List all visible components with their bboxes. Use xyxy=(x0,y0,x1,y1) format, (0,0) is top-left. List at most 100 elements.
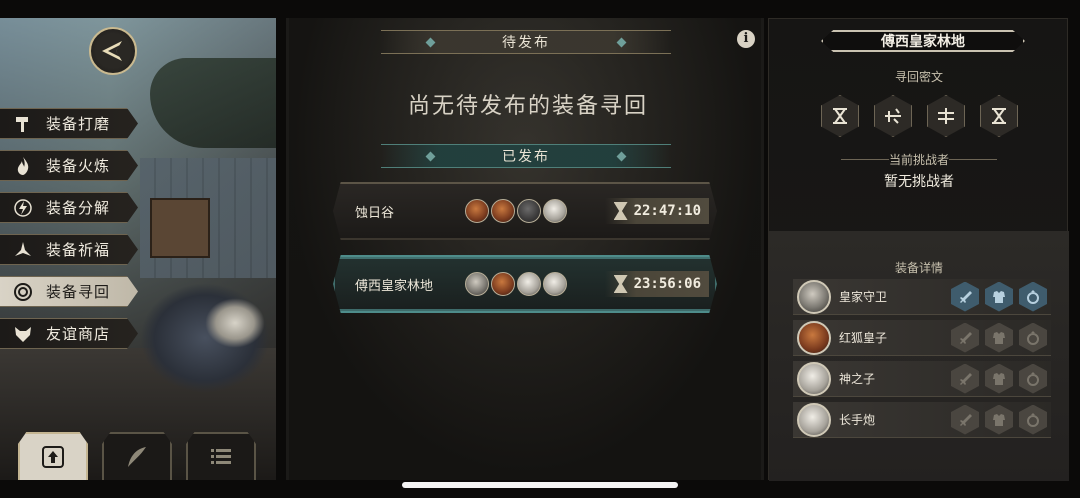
avatar xyxy=(797,402,831,437)
gem-decoration xyxy=(425,37,436,48)
quill-icon xyxy=(128,447,146,467)
equipment-row[interactable]: 神之子 xyxy=(793,361,1051,397)
quest-panel: 待发布 i 尚无待发布的装备寻回 已发布 蚀日谷 22:47:10 傅西皇家林地 xyxy=(286,18,764,480)
publish-icon xyxy=(42,446,64,468)
list-icon xyxy=(211,449,231,464)
character-name: 长手炮 xyxy=(839,413,876,427)
bottom-tabs xyxy=(18,432,256,480)
gear-slots xyxy=(951,322,1047,353)
hourglass-icon xyxy=(613,202,628,220)
armor-slot-icon[interactable] xyxy=(985,404,1013,435)
spiral-icon xyxy=(10,279,36,305)
equipment-list: 皇家守卫 红狐皇子 神之子 长手炮 xyxy=(793,279,1051,443)
quest-card[interactable]: 蚀日谷 22:47:10 xyxy=(333,182,717,240)
gem-decoration xyxy=(616,151,627,162)
character-name: 皇家守卫 xyxy=(839,290,888,304)
armor-slot-icon[interactable] xyxy=(985,322,1013,353)
equipment-detail-area: 装备详情 皇家守卫 红狐皇子 神之子 长手炮 xyxy=(769,231,1069,481)
menu-item-bless[interactable]: 装备祈福 xyxy=(0,234,138,265)
released-header-label: 已发布 xyxy=(502,149,550,165)
menu-item-label: 友谊商店 xyxy=(46,325,111,343)
menu-item-label: 装备寻回 xyxy=(46,283,111,301)
avatar xyxy=(465,272,489,296)
gem-decoration xyxy=(425,151,436,162)
equipment-detail-label: 装备详情 xyxy=(894,261,943,275)
rune-icon xyxy=(927,95,965,137)
armor-slot-icon[interactable] xyxy=(985,281,1013,312)
character-name: 红狐皇子 xyxy=(839,331,888,345)
sword-slot-icon[interactable] xyxy=(951,322,979,353)
timer-value: 22:47:10 xyxy=(633,203,701,219)
avatar xyxy=(543,199,567,223)
avatar xyxy=(491,199,515,223)
scene-creature-head xyxy=(205,298,265,348)
avatar xyxy=(797,361,831,396)
challenger-value: 暂无挑战者 xyxy=(884,174,954,190)
detail-panel: 傅西皇家林地 寻回密文 当前挑战者 暂无挑战者 装备详情 皇家守卫 红狐皇子 神… xyxy=(768,18,1069,481)
back-arrow-icon xyxy=(102,41,122,61)
flame-icon xyxy=(10,153,36,179)
scene-crate xyxy=(150,198,210,258)
ring-slot-icon[interactable] xyxy=(1019,363,1047,394)
gear-slots xyxy=(951,363,1047,394)
avatar xyxy=(543,272,567,296)
ring-slot-icon[interactable] xyxy=(1019,281,1047,312)
scene-roof xyxy=(150,58,276,148)
place-title: 傅西皇家林地 xyxy=(821,30,1025,52)
menu-item-label: 装备打磨 xyxy=(46,115,111,133)
menu-item-decompose[interactable]: 装备分解 xyxy=(0,192,138,223)
hourglass-icon xyxy=(613,275,628,293)
equipment-row[interactable]: 红狐皇子 xyxy=(793,320,1051,356)
rune-icon xyxy=(821,95,859,137)
sword-slot-icon[interactable] xyxy=(951,363,979,394)
menu-item-retrieve[interactable]: 装备寻回 xyxy=(0,276,138,307)
menu-item-label: 装备分解 xyxy=(46,199,111,217)
quest-timer: 22:47:10 xyxy=(605,198,709,224)
cipher-runes xyxy=(821,95,1018,137)
released-header: 已发布 xyxy=(381,144,671,168)
left-menu: 装备打磨 装备火炼 装备分解 装备祈福 装备寻回 友谊商店 xyxy=(0,108,138,360)
quest-timer: 23:56:06 xyxy=(605,271,709,297)
tab-publish[interactable] xyxy=(18,432,88,480)
avatar xyxy=(797,279,831,314)
lightning-icon xyxy=(10,195,36,221)
pray-icon xyxy=(10,237,36,263)
ring-slot-icon[interactable] xyxy=(1019,404,1047,435)
gear-slots xyxy=(951,404,1047,435)
equipment-row[interactable]: 皇家守卫 xyxy=(793,279,1051,315)
avatar xyxy=(797,320,831,355)
gem-decoration xyxy=(616,37,627,48)
armor-slot-icon[interactable] xyxy=(985,363,1013,394)
tab-list[interactable] xyxy=(186,432,256,480)
rune-icon xyxy=(980,95,1018,137)
sword-slot-icon[interactable] xyxy=(951,281,979,312)
menu-item-label: 装备火炼 xyxy=(46,157,111,175)
quest-avatars xyxy=(465,272,605,296)
cipher-label: 寻回密文 xyxy=(894,70,943,84)
pending-header: 待发布 xyxy=(381,30,671,54)
quest-avatars xyxy=(465,199,605,223)
menu-item-polish[interactable]: 装备打磨 xyxy=(0,108,138,139)
back-button[interactable] xyxy=(89,27,137,75)
menu-item-shop[interactable]: 友谊商店 xyxy=(0,318,138,349)
gear-slots xyxy=(951,281,1047,312)
hammer-icon xyxy=(10,111,36,137)
character-name: 神之子 xyxy=(839,372,876,386)
avatar xyxy=(517,272,541,296)
fox-icon xyxy=(10,321,36,347)
quest-name: 傅西皇家林地 xyxy=(355,278,434,294)
quest-card-selected[interactable]: 傅西皇家林地 23:56:06 xyxy=(333,255,717,313)
info-icon[interactable]: i xyxy=(737,30,755,48)
sword-slot-icon[interactable] xyxy=(951,404,979,435)
menu-item-forge[interactable]: 装备火炼 xyxy=(0,150,138,181)
ring-slot-icon[interactable] xyxy=(1019,322,1047,353)
menu-item-label: 装备祈福 xyxy=(46,241,111,259)
equipment-row[interactable]: 长手炮 xyxy=(793,402,1051,438)
avatar xyxy=(465,199,489,223)
tab-quill[interactable] xyxy=(102,432,172,480)
timer-value: 23:56:06 xyxy=(633,276,701,292)
avatar xyxy=(491,272,515,296)
rune-icon xyxy=(874,95,912,137)
home-indicator[interactable] xyxy=(402,482,678,488)
quest-name: 蚀日谷 xyxy=(355,205,395,221)
